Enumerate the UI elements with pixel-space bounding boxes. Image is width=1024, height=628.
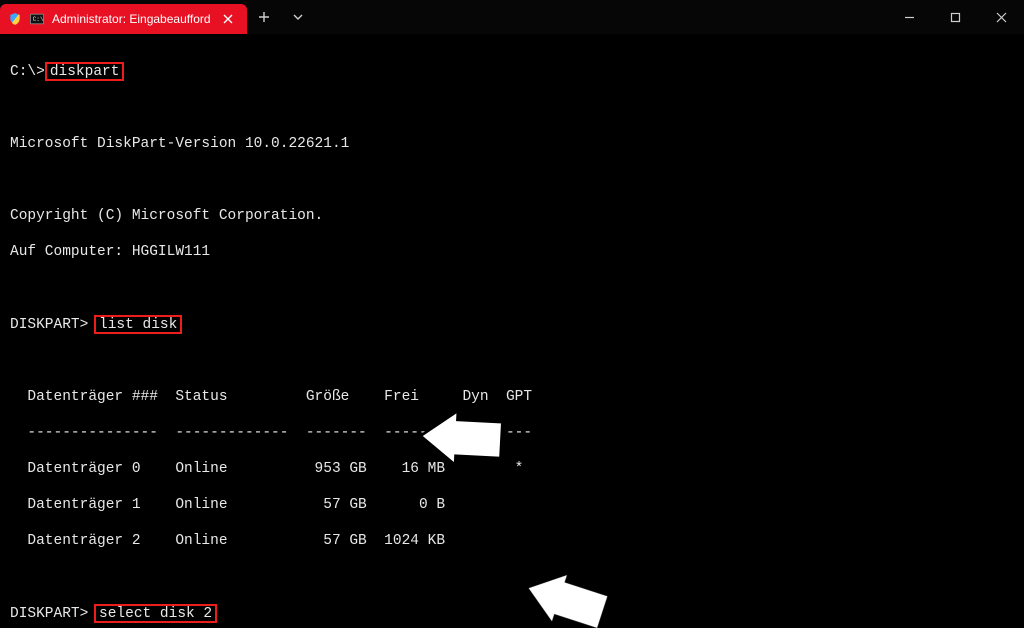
disk-table-header: Datenträger ### Status Größe Frei Dyn GP… (10, 388, 1014, 406)
chevron-down-icon (291, 10, 305, 24)
maximize-icon (950, 12, 961, 23)
prompt-c: C:\> (10, 64, 45, 80)
computer-line: Auf Computer: HGGILW111 (10, 243, 1014, 261)
shield-icon (8, 12, 22, 26)
new-tab-button[interactable] (247, 0, 281, 34)
titlebar: C:\ Administrator: Eingabeaufford (0, 0, 1024, 34)
svg-text:C:\: C:\ (33, 16, 44, 23)
tab-close-button[interactable] (219, 10, 237, 28)
disk-table-sep: --------------- ------------- ------- --… (10, 424, 1014, 442)
cmd-diskpart: diskpart (45, 62, 125, 81)
terminal-output[interactable]: C:\>diskpart Microsoft DiskPart-Version … (0, 34, 1024, 628)
disk-table-row: Datenträger 2 Online 57 GB 1024 KB (10, 532, 1014, 550)
close-window-button[interactable] (978, 0, 1024, 34)
prompt-diskpart: DISKPART> (10, 317, 97, 333)
disk-table-row: Datenträger 1 Online 57 GB 0 B (10, 496, 1014, 514)
copyright-line: Copyright (C) Microsoft Corporation. (10, 207, 1014, 225)
tab-title: Administrator: Eingabeaufford (52, 12, 211, 26)
plus-icon (257, 10, 271, 24)
tab-dropdown-button[interactable] (281, 0, 315, 34)
maximize-button[interactable] (932, 0, 978, 34)
minimize-icon (904, 12, 915, 23)
close-window-icon (996, 12, 1007, 23)
terminal-icon: C:\ (30, 13, 44, 25)
cmd-list-disk: list disk (94, 315, 182, 334)
active-tab[interactable]: C:\ Administrator: Eingabeaufford (0, 4, 247, 34)
minimize-button[interactable] (886, 0, 932, 34)
diskpart-version: Microsoft DiskPart-Version 10.0.22621.1 (10, 135, 1014, 153)
disk-table-row: Datenträger 0 Online 953 GB 16 MB * (10, 460, 1014, 478)
prompt-diskpart: DISKPART> (10, 606, 97, 622)
cmd-select-disk: select disk 2 (94, 604, 217, 623)
window-controls (886, 0, 1024, 34)
